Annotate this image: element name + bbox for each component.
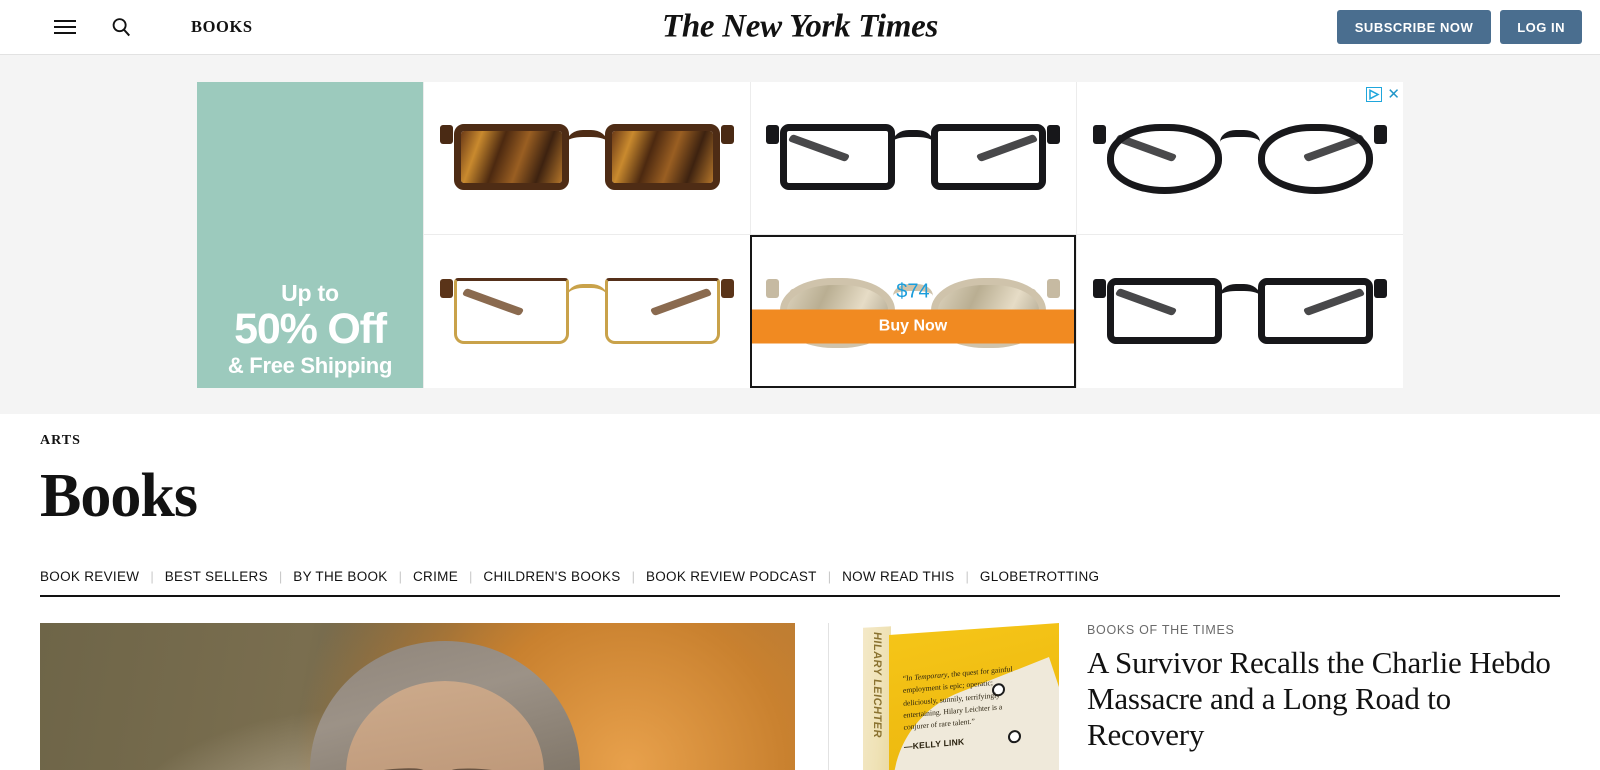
ad-promo-line1: Up to: [281, 279, 339, 306]
site-header: BOOKS The New York Times SUBSCRIBE NOW L…: [0, 0, 1600, 55]
ad-promo-line3: & Free Shipping: [227, 352, 393, 378]
header-left-group: BOOKS: [0, 0, 253, 54]
story-grid: HILARY LEICHTER “In Temporary, the quest…: [40, 622, 1560, 770]
ad-featured-overlay: $74 Buy Now: [751, 280, 1075, 343]
column-divider: [828, 622, 829, 770]
header-section-label[interactable]: BOOKS: [191, 17, 253, 37]
ad-product-tortoise-rectangle[interactable]: [423, 82, 750, 235]
advertisement-band: ✕ Up to 50% Off & Free Shipping $74 Buy …: [0, 55, 1600, 414]
book-back-cover: “In Temporary, the quest for gainful emp…: [889, 622, 1059, 770]
subnav-item-globetrotting[interactable]: GLOBETROTTING: [980, 569, 1099, 584]
section-subnav: BOOK REVIEW | BEST SELLERS | BY THE BOOK…: [40, 569, 1560, 597]
book-cover-image[interactable]: HILARY LEICHTER “In Temporary, the quest…: [863, 622, 1059, 770]
subnav-separator: |: [469, 568, 473, 584]
ad-promo-line2: 50% Off: [234, 304, 387, 353]
subscribe-now-button[interactable]: SUBSCRIBE NOW: [1336, 10, 1492, 44]
subnav-separator: |: [278, 568, 283, 584]
subnav-separator: |: [150, 568, 154, 584]
ad-product-browline[interactable]: [423, 235, 750, 388]
header-right-group: SUBSCRIBE NOW LOG IN: [1336, 10, 1582, 44]
subnav-item-childrens-books[interactable]: CHILDREN'S BOOKS: [483, 569, 620, 584]
ad-product-black-rectangle[interactable]: [749, 82, 1077, 235]
article-kicker[interactable]: BOOKS OF THE TIMES: [1087, 623, 1560, 637]
subnav-separator: |: [398, 568, 402, 584]
lead-story-photo[interactable]: [40, 622, 795, 770]
glasses-black-rectangle-icon: [766, 110, 1061, 206]
ad-product-black-rectangle-wide[interactable]: [1076, 235, 1403, 388]
glasses-black-rectangle-wide-icon: [1093, 264, 1388, 360]
subnav-item-by-the-book[interactable]: BY THE BOOK: [293, 569, 387, 584]
subnav-separator: |: [965, 568, 969, 584]
book-spine-author: HILARY LEICHTER: [871, 631, 883, 738]
log-in-button[interactable]: LOG IN: [1500, 10, 1582, 44]
book-blurb-title: Temporary: [914, 669, 948, 682]
hamburger-bars: [54, 20, 76, 34]
advertisement-unit[interactable]: ✕ Up to 50% Off & Free Shipping $74 Buy …: [197, 82, 1403, 388]
book-spine: HILARY LEICHTER: [863, 625, 891, 770]
book-blurb: “In Temporary, the quest for gainful emp…: [889, 624, 1018, 755]
ad-product-featured[interactable]: $74 Buy Now: [749, 235, 1077, 388]
ad-promo-panel[interactable]: Up to 50% Off & Free Shipping: [197, 82, 423, 388]
search-icon[interactable]: [108, 14, 134, 40]
subnav-item-now-read-this[interactable]: NOW READ THIS: [842, 569, 954, 584]
page-content: ARTS Books BOOK REVIEW | BEST SELLERS | …: [0, 414, 1600, 770]
subnav-item-book-review-podcast[interactable]: BOOK REVIEW PODCAST: [646, 569, 817, 584]
book-blurb-part1: “In: [902, 672, 915, 683]
buy-now-button[interactable]: Buy Now: [751, 309, 1075, 343]
subnav-item-crime[interactable]: CRIME: [413, 569, 458, 584]
subnav-separator: |: [827, 568, 832, 584]
ad-price-label: $74: [896, 280, 930, 302]
article-headline[interactable]: A Survivor Recalls the Charlie Hebdo Mas…: [1087, 645, 1560, 754]
glasses-black-round-icon: [1093, 110, 1388, 206]
breadcrumb-arts[interactable]: ARTS: [40, 414, 1560, 449]
article-text-block: BOOKS OF THE TIMES A Survivor Recalls th…: [1087, 623, 1560, 770]
glasses-tortoise-rectangle-icon: [439, 110, 734, 206]
subnav-item-book-review[interactable]: BOOK REVIEW: [40, 569, 139, 584]
subnav-item-best-sellers[interactable]: BEST SELLERS: [165, 569, 268, 584]
ad-product-black-round[interactable]: [1076, 82, 1403, 235]
secondary-story: HILARY LEICHTER “In Temporary, the quest…: [863, 623, 1560, 770]
adchoices-group[interactable]: ✕: [1366, 87, 1400, 102]
hamburger-menu-icon[interactable]: [52, 14, 78, 40]
page-title: Books: [40, 462, 198, 530]
close-x-icon[interactable]: ✕: [1387, 87, 1400, 102]
glasses-browline-tortoise-gold-icon: [439, 264, 734, 360]
adchoices-triangle-icon[interactable]: [1366, 87, 1383, 102]
nyt-masthead-logo[interactable]: The New York Times: [662, 9, 938, 46]
subnav-separator: |: [631, 568, 635, 584]
